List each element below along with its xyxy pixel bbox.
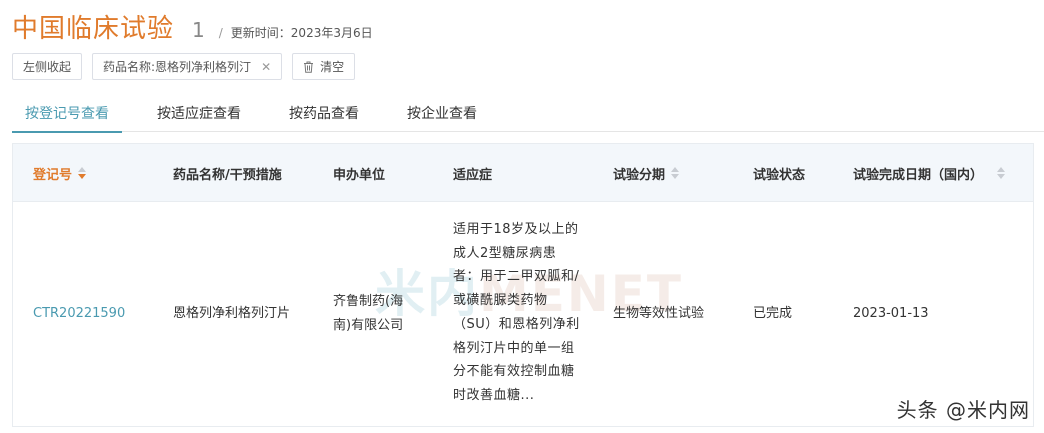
trash-icon	[304, 61, 314, 73]
sort-icon[interactable]	[671, 167, 680, 179]
title-row: 中国临床试验 1 / 更新时间：2023年3月6日	[12, 8, 373, 44]
result-count: 1	[192, 18, 205, 42]
indication-cell: 适用于18岁及以上的成人2型糖尿病患者：用于二甲双胍和/或磺酰脲类药物（SU）和…	[453, 222, 580, 403]
col-indication: 适应症	[453, 144, 492, 202]
toutiao-watermark: 头条 @米内网	[896, 398, 1030, 422]
updated-time: 更新时间：2023年3月6日	[230, 26, 373, 40]
table-row: 米内MENET CTR20221590 恩格列净利格列汀片 齐鲁制药(海南)有限…	[13, 202, 1033, 426]
drug-cell: 恩格列净利格列汀片	[173, 306, 291, 321]
trials-table: 登记号 药品名称/干预措施 申办单位 适应症 试验分期 试验状态 试验完成日期（…	[12, 143, 1034, 427]
sort-icon[interactable]	[78, 167, 87, 179]
col-sponsor: 申办单位	[333, 144, 385, 202]
col-reg-no[interactable]: 登记号	[33, 144, 87, 202]
close-icon[interactable]: ✕	[261, 60, 271, 74]
tab-by-drug[interactable]: 按药品查看	[276, 96, 372, 132]
title-separator: /	[218, 26, 223, 40]
drug-filter-label: 药品名称:恩格列净利格列汀	[103, 60, 252, 74]
clear-button[interactable]: 清空	[292, 53, 356, 80]
col-phase-label: 试验分期	[613, 167, 666, 183]
col-indication-label: 适应症	[453, 167, 493, 183]
col-status: 试验状态	[753, 144, 805, 202]
clear-label: 清空	[320, 60, 345, 74]
collapse-left-label: 左侧收起	[23, 60, 72, 74]
tab-by-company[interactable]: 按企业查看	[394, 96, 490, 132]
tab-by-registration[interactable]: 按登记号查看	[12, 96, 122, 133]
view-tabs: 按登记号查看 按适应症查看 按药品查看 按企业查看	[12, 96, 1044, 133]
col-drug: 药品名称/干预措施	[173, 144, 282, 202]
col-sponsor-label: 申办单位	[333, 167, 386, 183]
phase-cell: 生物等效性试验	[613, 306, 705, 321]
col-completion-date-label: 试验完成日期（国内）	[853, 167, 984, 183]
col-phase[interactable]: 试验分期	[613, 144, 680, 202]
sponsor-cell: 齐鲁制药(海南)有限公司	[333, 294, 404, 333]
reg-no-link[interactable]: CTR20221590	[33, 302, 125, 326]
page-title: 中国临床试验	[12, 14, 175, 44]
table-header: 登记号 药品名称/干预措施 申办单位 适应症 试验分期 试验状态 试验完成日期（…	[13, 144, 1033, 202]
filter-row: 左侧收起 药品名称:恩格列净利格列汀 ✕ 清空	[12, 53, 356, 80]
col-status-label: 试验状态	[753, 167, 806, 183]
col-completion-date[interactable]: 试验完成日期（国内）	[853, 144, 1006, 202]
collapse-left-button[interactable]: 左侧收起	[12, 53, 83, 80]
col-drug-label: 药品名称/干预措施	[173, 167, 282, 183]
tab-by-indication[interactable]: 按适应症查看	[144, 96, 254, 132]
drug-filter-chip[interactable]: 药品名称:恩格列净利格列汀 ✕	[92, 53, 283, 80]
col-reg-no-label: 登记号	[33, 167, 73, 183]
status-cell: 已完成	[753, 306, 793, 321]
sort-icon[interactable]	[997, 167, 1006, 179]
completion-date-cell: 2023-01-13	[853, 306, 929, 321]
